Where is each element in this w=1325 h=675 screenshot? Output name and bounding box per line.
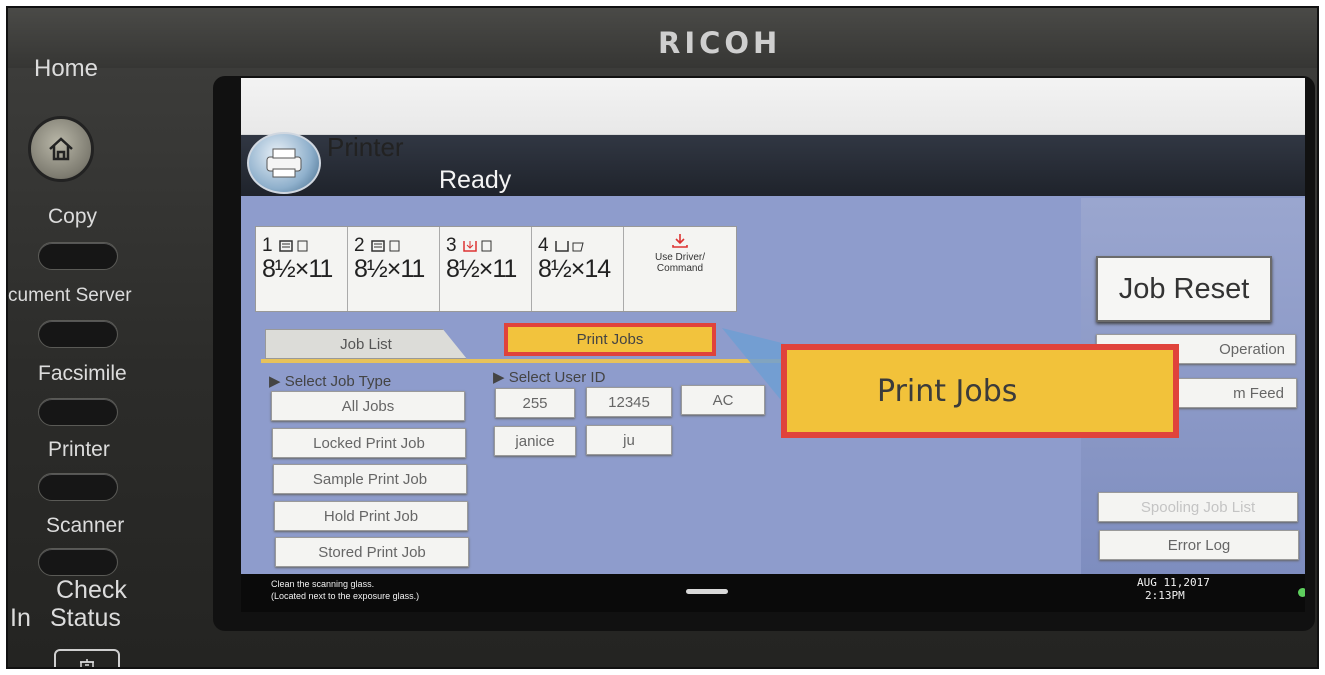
select-user-id-label: ▶ Select User ID — [493, 369, 606, 386]
user-id-janice[interactable]: janice — [494, 426, 576, 456]
job-type-sample-print-job[interactable]: Sample Print Job — [273, 464, 467, 494]
tray-icon — [278, 240, 308, 252]
check-status-label-line2: Status — [50, 604, 121, 632]
brand-logo: RICOH — [658, 26, 782, 60]
printer-label: Printer — [48, 438, 110, 461]
printer-status: Ready — [439, 166, 512, 194]
triangle-right-icon: ▶ — [493, 369, 509, 386]
user-id-12345[interactable]: 12345 — [586, 387, 672, 417]
copy-label: Copy — [48, 205, 98, 228]
status-date: AUG 11,2017 — [1137, 576, 1210, 589]
home-icon — [49, 137, 73, 161]
tray-1-number: 1 — [262, 235, 273, 256]
device-photo: RICOH Home Copy cument Server Facsimile … — [6, 6, 1319, 669]
scanner-button[interactable] — [38, 548, 118, 576]
error-log-button[interactable]: Error Log — [1099, 530, 1299, 560]
tray-icon — [370, 240, 400, 252]
document-server-label: cument Server — [8, 285, 132, 306]
check-status-button[interactable] — [54, 649, 120, 667]
use-driver-command-button[interactable]: Use Driver/ Command — [624, 227, 736, 311]
printer-app-icon — [247, 132, 321, 194]
document-server-button[interactable] — [38, 320, 118, 348]
facsimile-label: Facsimile — [38, 362, 127, 385]
tray-empty-warning-icon — [462, 240, 492, 252]
status-bar: Clean the scanning glass. (Located next … — [241, 574, 1305, 612]
print-jobs-zoom-callout: Print Jobs — [781, 344, 1179, 438]
home-button[interactable] — [28, 116, 94, 182]
check-status-icon — [80, 659, 94, 667]
printer-button[interactable] — [38, 473, 118, 501]
zoom-callout-label: Print Jobs — [877, 373, 1018, 409]
use-driver-line1: Use Driver/ — [654, 252, 705, 263]
status-time: 2:13PM — [1145, 589, 1185, 602]
tray-3[interactable]: 3 8½×11 — [440, 227, 532, 311]
spooling-job-list-button[interactable]: Spooling Job List — [1098, 492, 1298, 522]
scanner-label: Scanner — [46, 514, 125, 537]
job-reset-button[interactable]: Job Reset — [1096, 256, 1272, 322]
select-job-type-label: ▶ Select Job Type — [269, 373, 392, 390]
printer-icon — [266, 148, 302, 178]
bypass-tray-icon — [554, 241, 584, 252]
home-label: Home — [34, 55, 99, 82]
tray-4-size: 8½×14 — [538, 255, 611, 283]
triangle-right-icon: ▶ — [269, 373, 285, 390]
job-type-locked-print-job[interactable]: Locked Print Job — [272, 428, 466, 458]
facsimile-button[interactable] — [38, 398, 118, 426]
status-message: Clean the scanning glass. (Located next … — [271, 579, 420, 601]
status-slot — [686, 589, 728, 594]
screen-title: Printer — [327, 132, 404, 162]
user-id-ju[interactable]: ju — [586, 425, 672, 455]
copy-button[interactable] — [38, 242, 118, 270]
tray-4[interactable]: 4 8½×14 — [532, 227, 624, 311]
date-time: AUG 11,2017 2:13PM — [1137, 576, 1210, 602]
use-driver-line2: Command — [656, 263, 704, 274]
check-status-label-line1: Check — [56, 576, 127, 604]
tray-2-number: 2 — [354, 235, 365, 256]
tray-3-size: 8½×11 — [446, 255, 517, 283]
tray-3-number: 3 — [446, 235, 457, 256]
tray-4-number: 4 — [538, 235, 549, 256]
download-arrow-icon — [672, 234, 688, 248]
user-id-255[interactable]: 255 — [495, 388, 575, 418]
job-type-stored-print-job[interactable]: Stored Print Job — [275, 537, 469, 567]
tray-2[interactable]: 2 8½×11 — [348, 227, 440, 311]
tray-1-size: 8½×11 — [262, 255, 333, 283]
check-status-prefix: In — [10, 604, 31, 632]
tray-2-size: 8½×11 — [354, 255, 425, 283]
tab-job-list[interactable]: Job List — [265, 329, 467, 359]
job-type-all-jobs[interactable]: All Jobs — [271, 391, 465, 421]
status-led — [1298, 588, 1305, 597]
paper-tray-bar: 1 8½×11 2 8½×11 3 8½×11 4 8½×14 Use Driv… — [255, 226, 737, 312]
tab-print-jobs[interactable]: Print Jobs — [504, 323, 716, 356]
tray-1[interactable]: 1 8½×11 — [256, 227, 348, 311]
job-type-hold-print-job[interactable]: Hold Print Job — [274, 501, 468, 531]
